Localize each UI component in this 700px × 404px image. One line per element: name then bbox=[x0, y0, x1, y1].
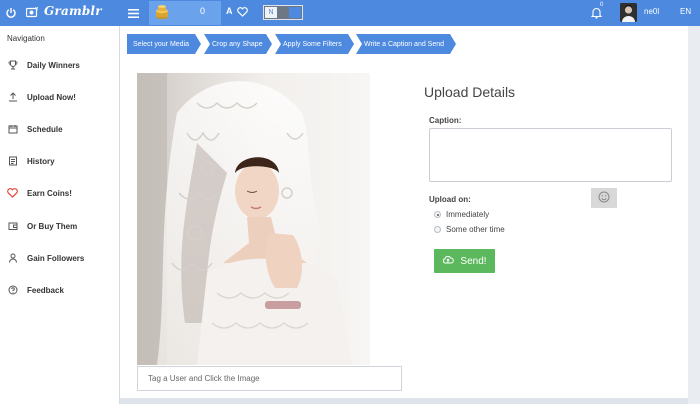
a-badge[interactable]: A bbox=[226, 6, 233, 16]
upload-on-label: Upload on: bbox=[429, 195, 471, 204]
sidebar-item-schedule[interactable]: Schedule bbox=[0, 117, 118, 141]
sidebar-item-earn-coins[interactable]: Earn Coins! bbox=[0, 181, 118, 205]
radio-button[interactable] bbox=[434, 211, 441, 218]
calendar-icon bbox=[7, 124, 18, 135]
step-caption-send[interactable]: Write a Caption and Send bbox=[356, 34, 456, 54]
step-filters[interactable]: Apply Some Filters bbox=[275, 34, 354, 54]
upload-details-title: Upload Details bbox=[424, 84, 516, 100]
help-icon bbox=[7, 285, 18, 296]
sidebar-item-label: Upload Now! bbox=[27, 92, 76, 102]
sidebar: Navigation Daily Winners Upload Now! Sch… bbox=[0, 26, 120, 404]
sidebar-item-label: History bbox=[27, 156, 55, 166]
upload-icon bbox=[7, 92, 18, 103]
username[interactable]: ne0l bbox=[644, 7, 659, 16]
radio-button[interactable] bbox=[434, 226, 441, 233]
step-select-media[interactable]: Select your Media bbox=[127, 34, 201, 54]
sidebar-item-label: Daily Winners bbox=[27, 60, 80, 70]
sidebar-item-label: Feedback bbox=[27, 285, 64, 295]
coins-icon bbox=[154, 5, 170, 20]
wallet-icon bbox=[7, 221, 18, 232]
send-button[interactable]: Send! bbox=[434, 249, 495, 273]
send-label: Send! bbox=[460, 255, 487, 267]
trophy-icon bbox=[7, 60, 18, 71]
caption-label: Caption: bbox=[429, 116, 462, 125]
power-icon[interactable] bbox=[4, 6, 18, 20]
mode-toggle[interactable]: N bbox=[263, 5, 303, 20]
caption-textarea[interactable] bbox=[429, 128, 672, 182]
sidebar-title: Navigation bbox=[7, 34, 45, 43]
sidebar-item-upload-now[interactable]: Upload Now! bbox=[0, 85, 118, 109]
step-crop[interactable]: Crop any Shape bbox=[204, 34, 272, 54]
radio-label: Some other time bbox=[446, 225, 505, 234]
selected-image[interactable] bbox=[137, 73, 370, 365]
avatar[interactable] bbox=[620, 3, 637, 22]
sidebar-item-or-buy-them[interactable]: Or Buy Them bbox=[0, 214, 118, 238]
radio-label: Immediately bbox=[446, 210, 490, 219]
sidebar-item-gain-followers[interactable]: Gain Followers bbox=[0, 246, 118, 270]
language-selector[interactable]: EN bbox=[680, 7, 691, 16]
coins-count: 0 bbox=[200, 6, 206, 16]
brand-logo: Gramblr bbox=[44, 4, 102, 18]
bottom-margin bbox=[120, 398, 688, 404]
history-icon bbox=[7, 156, 18, 167]
smiley-icon bbox=[598, 191, 610, 205]
cloud-upload-icon bbox=[442, 255, 455, 268]
tag-user-input[interactable] bbox=[137, 366, 402, 391]
notification-count: 0 bbox=[600, 2, 604, 8]
sidebar-item-label: Earn Coins! bbox=[27, 188, 72, 198]
heart-icon bbox=[7, 188, 18, 199]
sidebar-item-label: Schedule bbox=[27, 124, 63, 134]
top-bar: Gramblr 0 A N 0 ne0l EN bbox=[0, 0, 700, 26]
user-icon bbox=[7, 253, 18, 264]
radio-immediately[interactable]: Immediately bbox=[434, 210, 489, 219]
sidebar-item-label: Gain Followers bbox=[27, 253, 85, 263]
sidebar-item-feedback[interactable]: Feedback bbox=[0, 278, 118, 302]
right-margin bbox=[688, 26, 700, 404]
bell-icon[interactable] bbox=[590, 6, 603, 20]
camera-logo-icon bbox=[26, 7, 38, 18]
heart-icon[interactable] bbox=[236, 6, 248, 18]
toggle-indicator bbox=[289, 7, 301, 18]
radio-some-other-time[interactable]: Some other time bbox=[434, 225, 505, 234]
toggle-knob: N bbox=[265, 7, 277, 18]
hamburger-menu-icon[interactable] bbox=[126, 6, 140, 20]
sidebar-item-daily-winners[interactable]: Daily Winners bbox=[0, 53, 118, 77]
sidebar-item-history[interactable]: History bbox=[0, 149, 118, 173]
sidebar-item-label: Or Buy Them bbox=[27, 221, 78, 231]
emoji-button[interactable] bbox=[591, 188, 617, 208]
